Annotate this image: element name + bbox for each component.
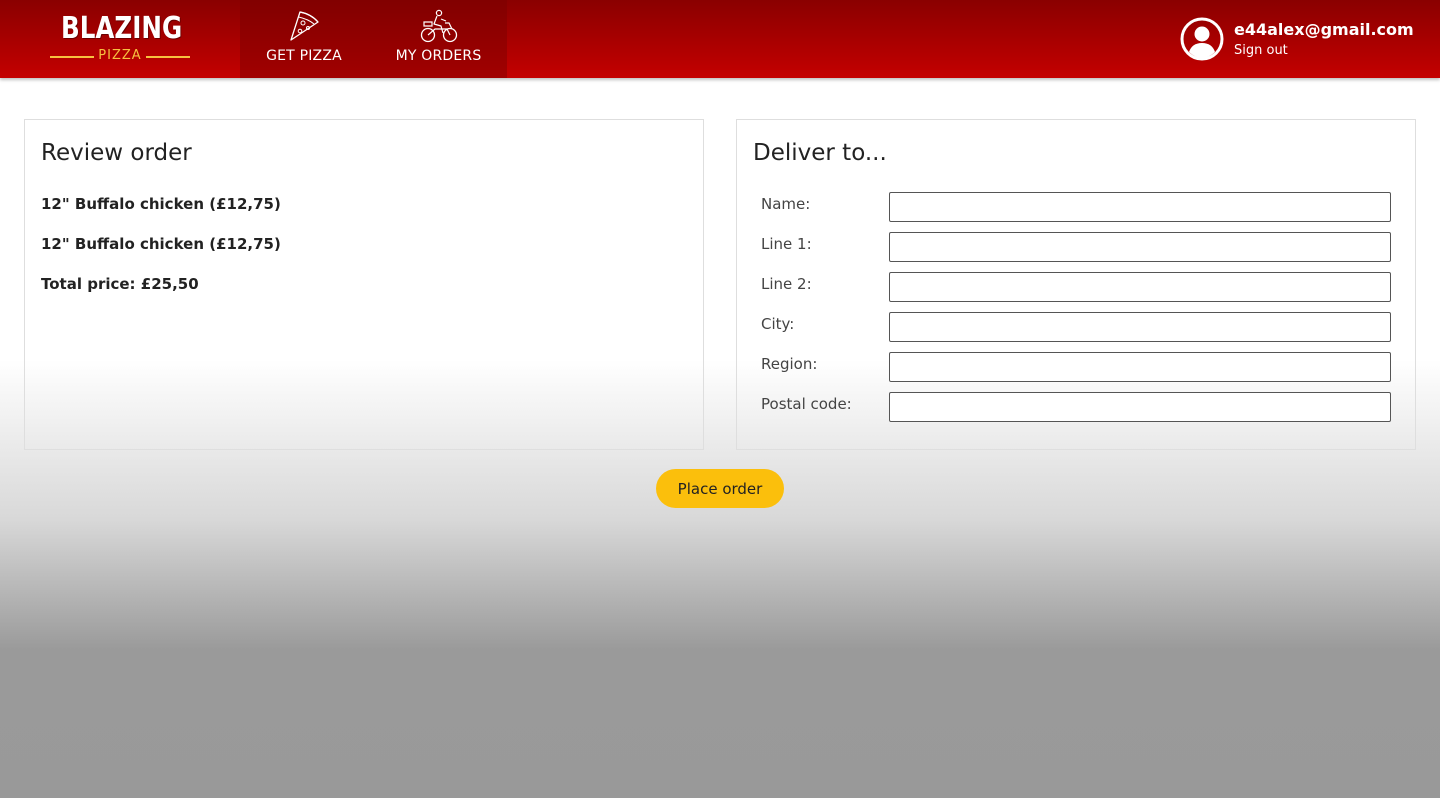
delivery-bike-icon	[370, 9, 507, 43]
logo-subtitle-row: PIZZA	[48, 47, 192, 65]
line2-label: Line 2:	[761, 275, 812, 293]
order-item: 12" Buffalo chicken (£12,75)	[41, 195, 281, 213]
main-nav: GET PIZZA MY ORDERS	[240, 0, 507, 78]
name-input[interactable]	[889, 192, 1391, 222]
region-input[interactable]	[889, 352, 1391, 382]
line2-input[interactable]	[889, 272, 1391, 302]
nav-get-pizza-label: GET PIZZA	[266, 48, 342, 64]
logo-divider-right	[146, 56, 190, 58]
region-label: Region:	[761, 355, 818, 373]
order-item: 12" Buffalo chicken (£12,75)	[41, 235, 281, 253]
delivery-panel: Deliver to... Name: Line 1: Line 2: City…	[736, 119, 1416, 450]
postal-code-input[interactable]	[889, 392, 1391, 422]
line1-input[interactable]	[889, 232, 1391, 262]
nav-my-orders[interactable]: MY ORDERS	[370, 0, 507, 78]
user-email: e44alex@gmail.com	[1234, 20, 1414, 39]
place-order-button[interactable]: Place order	[656, 469, 784, 508]
city-input[interactable]	[889, 312, 1391, 342]
nav-get-pizza[interactable]: GET PIZZA	[240, 0, 368, 78]
nav-my-orders-label: MY ORDERS	[395, 48, 482, 64]
order-total: Total price: £25,50	[41, 275, 199, 293]
logo[interactable]: BLAZING PIZZA	[48, 12, 192, 66]
city-label: City:	[761, 315, 795, 333]
top-bar: BLAZING PIZZA GET PIZZA MY ORDERS e44ale…	[0, 0, 1440, 78]
postal-code-label: Postal code:	[761, 395, 852, 413]
delivery-title: Deliver to...	[753, 140, 887, 166]
pizza-slice-icon	[240, 9, 368, 43]
review-order-title: Review order	[41, 140, 192, 166]
review-order-panel: Review order 12" Buffalo chicken (£12,75…	[24, 119, 704, 450]
user-avatar-icon	[1180, 17, 1224, 61]
logo-title: BLAZING	[60, 11, 183, 46]
sign-out-link[interactable]: Sign out	[1234, 43, 1288, 58]
line1-label: Line 1:	[761, 235, 812, 253]
name-label: Name:	[761, 195, 811, 213]
